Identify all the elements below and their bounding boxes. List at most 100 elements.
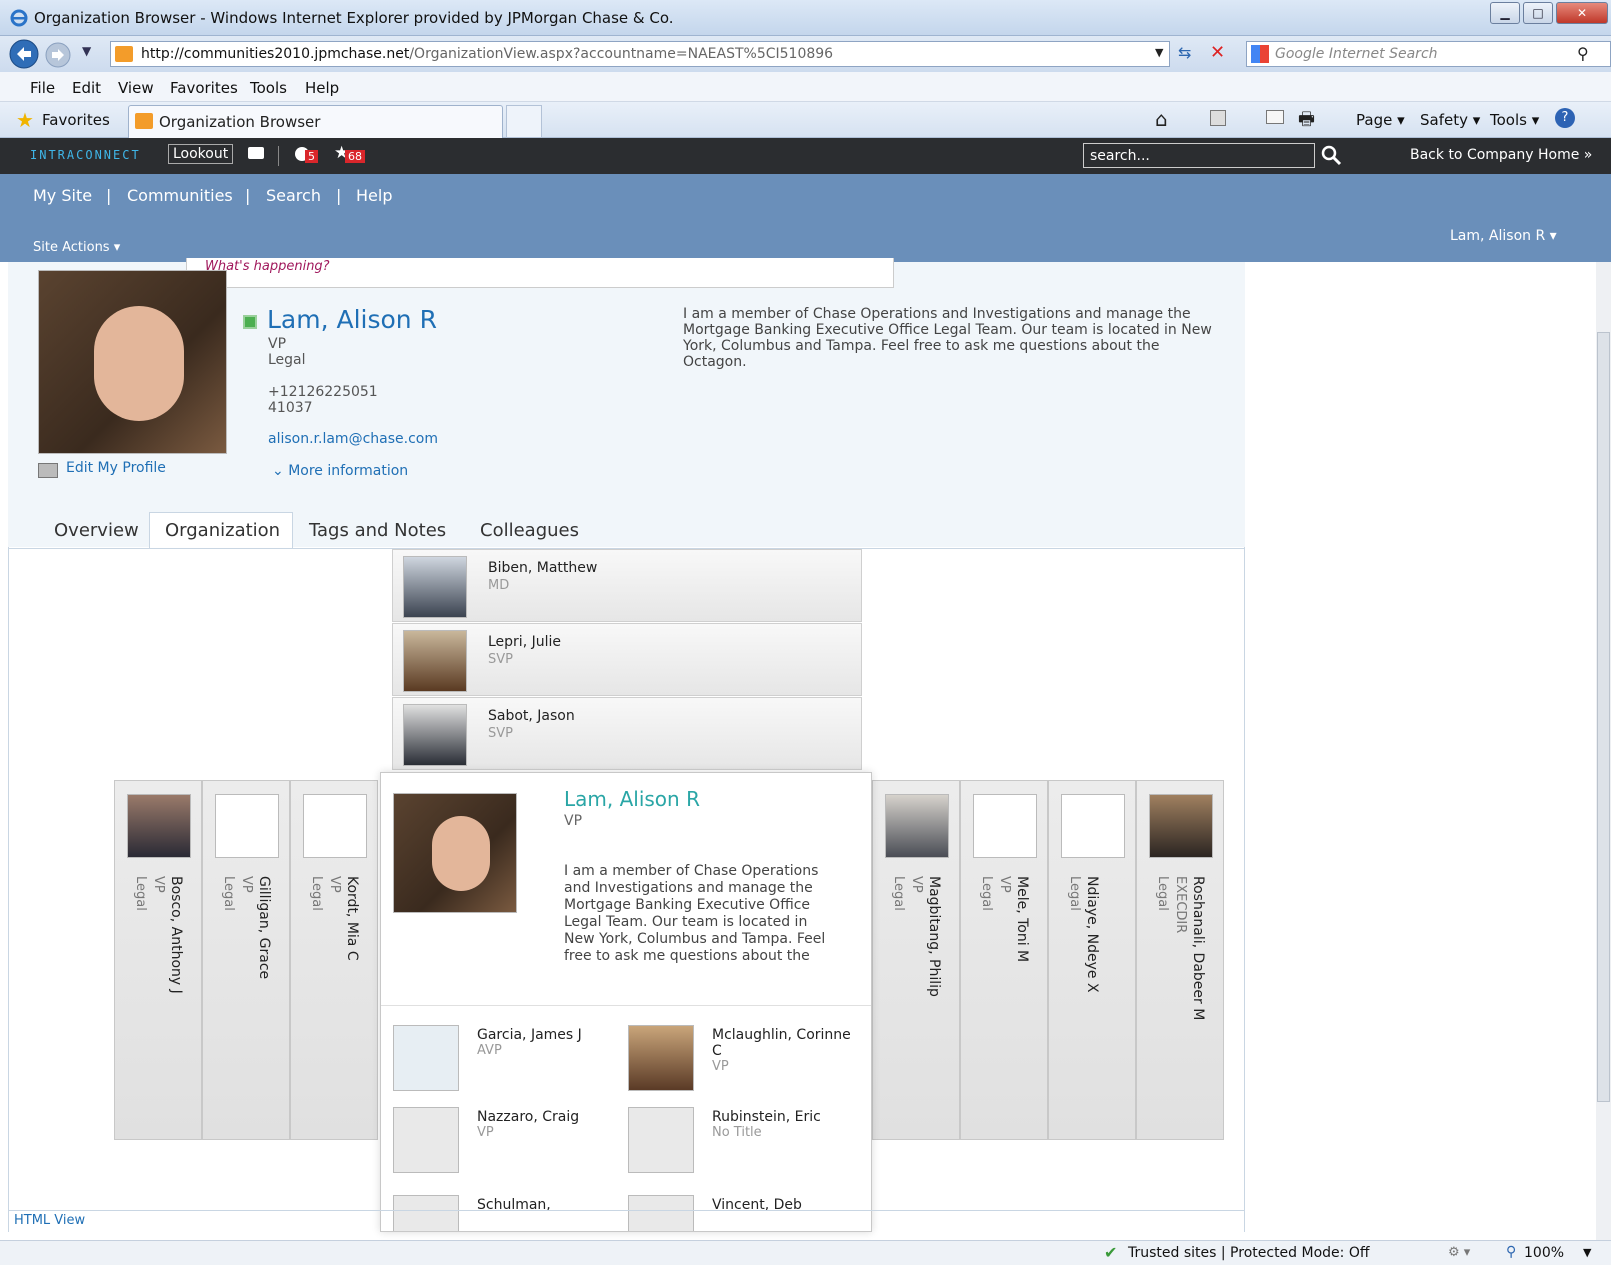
site-actions-menu[interactable]: Site Actions ▾	[33, 240, 120, 255]
menu-edit[interactable]: Edit	[72, 79, 101, 97]
more-information-toggle[interactable]: ⌄ More information	[272, 463, 408, 479]
ie-logo-icon	[10, 9, 28, 27]
feeds-icon[interactable]	[1210, 110, 1226, 126]
tab-favicon-icon	[135, 113, 153, 129]
menu-help[interactable]: Help	[305, 79, 339, 97]
profile-phone: +12126225051	[268, 384, 378, 400]
address-dropdown-icon[interactable]: ▼	[1155, 46, 1163, 59]
report-photo	[628, 1025, 694, 1091]
peer-card[interactable]: Magbitang, Philip VP Legal	[872, 780, 960, 1140]
manager-card[interactable]: Biben, Matthew MD	[392, 549, 862, 622]
divider	[381, 1005, 871, 1006]
intranet-search-input[interactable]: search...	[1083, 143, 1315, 168]
manager-card[interactable]: Lepri, Julie SVP	[392, 623, 862, 696]
manager-title: SVP	[488, 726, 513, 741]
intraconnect-logo-text: INTRACONNECT	[30, 148, 141, 162]
avatar-placeholder-icon	[1061, 794, 1125, 858]
menu-favorites[interactable]: Favorites	[170, 79, 238, 97]
zoom-dropdown-icon[interactable]: ▼	[1583, 1246, 1591, 1259]
edit-profile-link[interactable]: Edit My Profile	[66, 460, 166, 476]
selected-person-name[interactable]: Lam, Alison R	[564, 787, 700, 811]
direct-report[interactable]: Nazzaro, Craig VP	[393, 1107, 623, 1182]
print-icon[interactable]: 🖶	[1298, 107, 1315, 137]
mail-icon[interactable]	[1266, 110, 1284, 124]
peer-dept: Legal	[1067, 876, 1082, 911]
menu-tools[interactable]: Tools	[250, 79, 287, 97]
profile-extension: 41037	[268, 400, 313, 416]
menu-view[interactable]: View	[118, 79, 154, 97]
search-icon[interactable]: ⚲	[1577, 44, 1589, 63]
minimize-button[interactable]: ▁	[1490, 2, 1520, 24]
manager-photo	[403, 704, 467, 766]
google-icon	[1251, 45, 1269, 63]
peer-title: EXECDIR	[1173, 876, 1188, 934]
tab-colleagues[interactable]: Colleagues	[480, 520, 579, 541]
security-zone[interactable]: Trusted sites | Protected Mode: Off	[1128, 1245, 1369, 1261]
browser-tab[interactable]: Organization Browser	[128, 105, 503, 138]
tab-tags-and-notes[interactable]: Tags and Notes	[309, 520, 446, 541]
peer-card[interactable]: Roshanali, Dabeer M EXECDIR Legal	[1136, 780, 1224, 1140]
edit-profile-icon	[38, 463, 58, 478]
manager-photo	[403, 556, 467, 618]
back-to-company-home-link[interactable]: Back to Company Home »	[1410, 147, 1592, 163]
page-scrollbar[interactable]	[1596, 262, 1611, 1240]
safety-menu[interactable]: Safety ▾	[1420, 111, 1480, 129]
nav-communities[interactable]: Communities	[127, 186, 233, 205]
profile-email-link[interactable]: alison.r.lam@chase.com	[268, 431, 438, 447]
direct-report[interactable]: Vincent, Deb	[628, 1195, 858, 1231]
new-tab-button[interactable]	[506, 105, 542, 138]
tab-organization[interactable]: Organization	[165, 520, 280, 541]
address-input[interactable]: http://communities2010.jpmchase.net/Orga…	[110, 41, 1170, 67]
close-button[interactable]: ✕	[1556, 2, 1608, 24]
status-update-box[interactable]: What's happening?	[186, 258, 894, 288]
favorites-button[interactable]: Favorites	[42, 111, 110, 129]
url-path: /OrganizationView.aspx?accountname=NAEAS…	[409, 46, 834, 62]
tab-overview[interactable]: Overview	[54, 520, 139, 541]
direct-report[interactable]: Schulman,	[393, 1195, 623, 1231]
help-icon[interactable]: ?	[1555, 108, 1575, 128]
peer-name: Mele, Toni M	[1014, 876, 1030, 963]
scrollbar-thumb[interactable]	[1597, 332, 1610, 1102]
avatar-placeholder-icon	[215, 794, 279, 858]
profile-photo	[38, 270, 227, 454]
lookout-button[interactable]: Lookout	[168, 144, 234, 164]
user-menu[interactable]: Lam, Alison R ▾	[1450, 228, 1557, 244]
peer-card[interactable]: Gilligan, Grace VP Legal	[202, 780, 290, 1140]
tools-menu[interactable]: Tools ▾	[1490, 111, 1539, 129]
html-view-link[interactable]: HTML View	[14, 1213, 85, 1228]
manager-card[interactable]: Sabot, Jason SVP	[392, 697, 862, 770]
peer-card[interactable]: Kordt, Mia C VP Legal	[290, 780, 378, 1140]
protected-mode-icon[interactable]: ⚙ ▾	[1448, 1245, 1470, 1260]
peer-card[interactable]: Bosco, Anthony J VP Legal	[114, 780, 202, 1140]
direct-report[interactable]: Mclaughlin, Corinne C VP	[628, 1025, 858, 1100]
footer-divider	[8, 1210, 1245, 1211]
history-dropdown-icon[interactable]: ▼	[82, 44, 91, 58]
direct-report[interactable]: Garcia, James J AVP	[393, 1025, 623, 1100]
zoom-icon: ⚲	[1506, 1244, 1517, 1260]
menu-file[interactable]: File	[30, 79, 55, 97]
report-name: Garcia, James J	[477, 1027, 582, 1043]
forward-button[interactable]	[44, 41, 72, 69]
report-name: Mclaughlin, Corinne C	[712, 1027, 851, 1059]
search-icon[interactable]	[1320, 144, 1342, 166]
refresh-icon[interactable]: ⇆	[1178, 43, 1191, 62]
peer-card[interactable]: Ndiaye, Ndeye X Legal	[1048, 780, 1136, 1140]
nav-separator: |	[336, 186, 342, 205]
home-icon[interactable]: ⌂	[1155, 107, 1168, 131]
manager-photo	[403, 630, 467, 692]
direct-report[interactable]: Rubinstein, Eric No Title	[628, 1107, 858, 1182]
maximize-button[interactable]: □	[1523, 2, 1553, 24]
web-search-input[interactable]: Google Internet Search ⚲	[1246, 41, 1611, 67]
nav-search[interactable]: Search	[266, 186, 321, 205]
intraconnect-logo[interactable]: INTRACONNECT	[30, 148, 141, 162]
intraconnect-bar: INTRACONNECT Lookout 5 ★ 68 search... Ba…	[0, 138, 1611, 174]
chat-icon[interactable]	[248, 147, 264, 159]
nav-help[interactable]: Help	[356, 186, 392, 205]
peer-card[interactable]: Mele, Toni M VP Legal	[960, 780, 1048, 1140]
zoom-level[interactable]: 100%	[1524, 1245, 1564, 1261]
page-menu[interactable]: Page ▾	[1356, 111, 1405, 129]
back-button[interactable]	[8, 38, 40, 70]
nav-my-site[interactable]: My Site	[33, 186, 92, 205]
presence-icon	[243, 315, 257, 329]
stop-icon[interactable]: ✕	[1210, 42, 1225, 63]
